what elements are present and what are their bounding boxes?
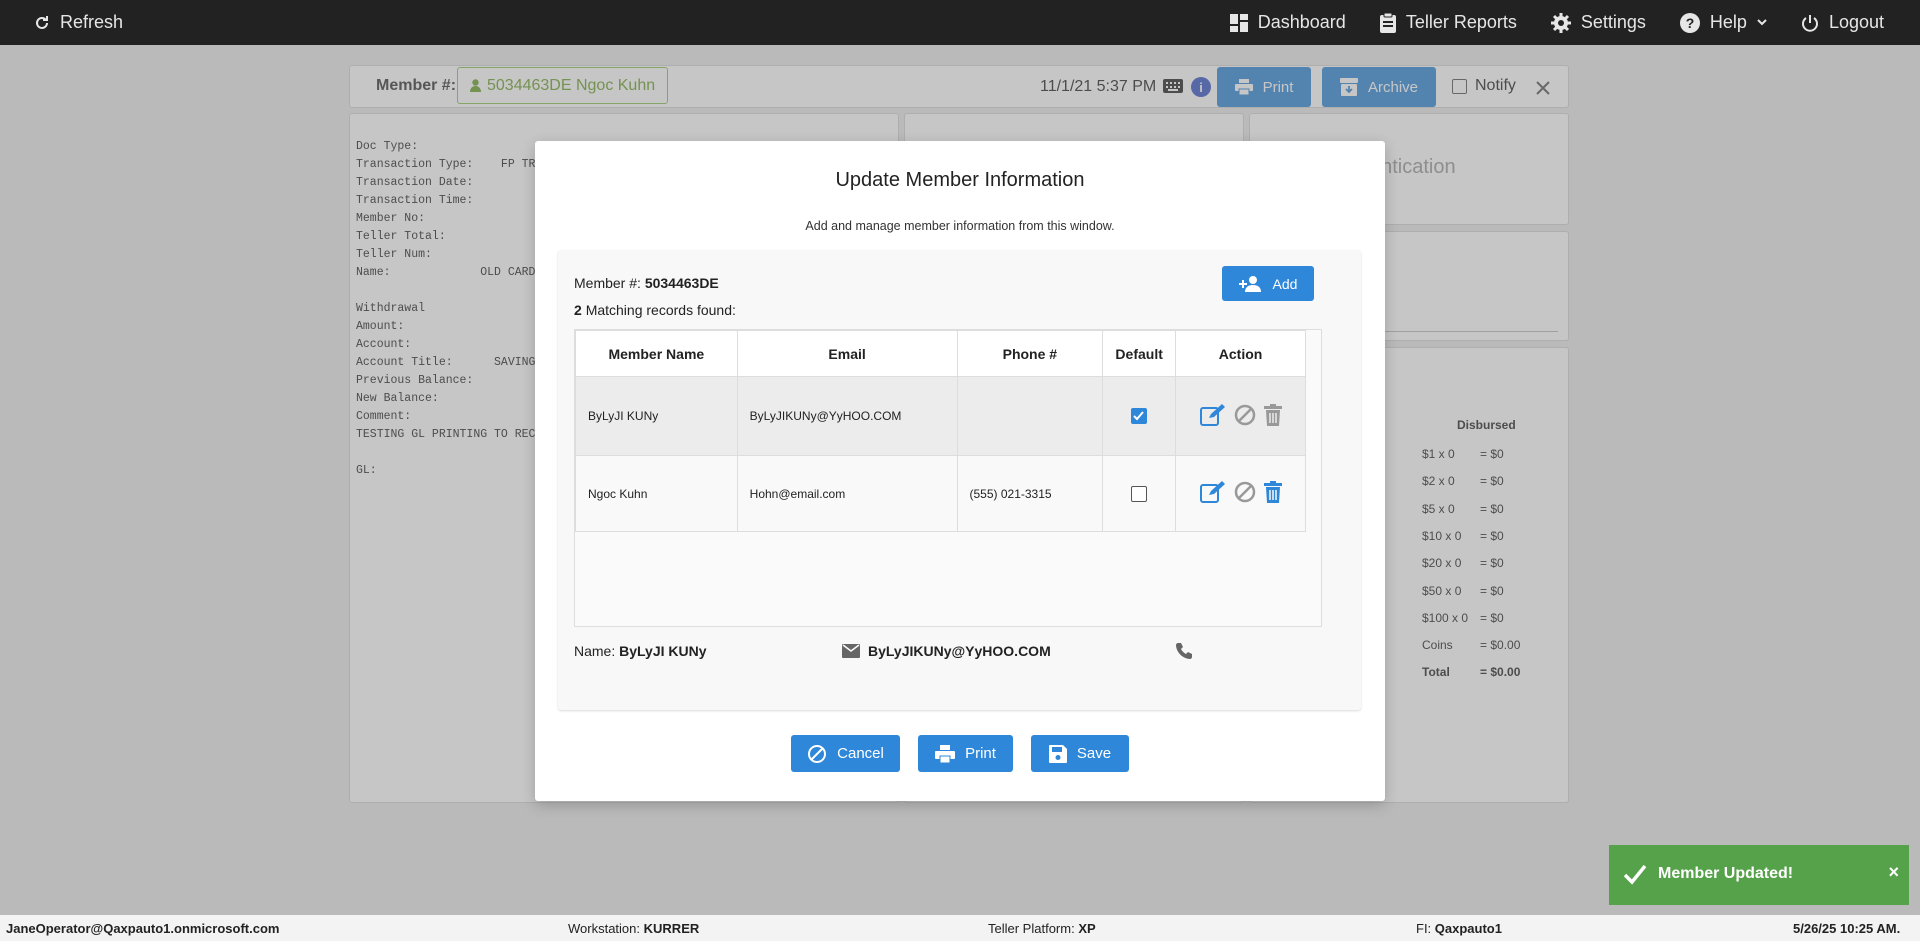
printer-icon [935, 744, 956, 763]
nav-help[interactable]: ? Help [1679, 12, 1767, 33]
chevron-down-icon [1757, 18, 1767, 27]
cell-actions [1175, 455, 1306, 532]
gear-icon [1550, 12, 1571, 33]
cell-default [1102, 376, 1177, 456]
table-row[interactable]: Ngoc Kuhn Hohn@email.com (555) 021-3315 [575, 455, 1306, 532]
modal-title: Update Member Information [835, 169, 1085, 191]
trash-icon[interactable] [1263, 403, 1282, 429]
fi-label: FI: [1416, 921, 1432, 936]
refresh-label: Refresh [60, 12, 124, 32]
member-number-value: 5034463DE [644, 275, 719, 291]
cell-default [1102, 455, 1177, 532]
update-member-modal: Update Member Information Add and manage… [535, 141, 1385, 801]
cell-email: ByLyJIKUNy@YyHOO.COM [736, 376, 958, 456]
phone-icon [1175, 642, 1193, 665]
cell-phone [956, 376, 1104, 456]
selected-email-value: ByLyJIKUNy@YyHOO.COM [868, 643, 1051, 659]
toast-close-button[interactable]: × [1888, 862, 1899, 883]
nav-teller-reports-label: Teller Reports [1405, 12, 1517, 32]
cell-email: Hohn@email.com [736, 455, 958, 532]
nav-logout[interactable]: Logout [1801, 12, 1884, 33]
cell-phone: (555) 021-3315 [956, 455, 1104, 532]
cancel-button[interactable]: Cancel [791, 735, 900, 772]
toast-message: Member Updated! [1658, 865, 1794, 882]
cell-name: ByLyJI KUNy [575, 376, 738, 456]
nav-dashboard-label: Dashboard [1257, 12, 1346, 32]
col-member-name[interactable]: Member Name [575, 330, 738, 377]
modal-print-button[interactable]: Print [918, 735, 1013, 772]
nav-settings[interactable]: Settings [1550, 12, 1646, 33]
nav-dashboard[interactable]: Dashboard [1229, 12, 1346, 33]
status-fi: FI: Qaxpauto1 [1416, 921, 1502, 936]
clipboard-icon [1379, 12, 1396, 33]
default-checkbox-checked[interactable] [1131, 408, 1148, 424]
status-workstation: Workstation: KURRER [568, 921, 699, 936]
modal-print-label: Print [965, 745, 996, 762]
match-text: Matching records found: [585, 302, 736, 318]
selected-name-line: Name: ByLyJI KUNy [574, 643, 707, 659]
status-user: JaneOperator@Qaxpauto1.onmicrosoft.com [6, 921, 280, 936]
status-datetime: 5/26/25 10:25 AM. [1793, 921, 1901, 936]
edit-icon[interactable] [1199, 481, 1226, 506]
cell-name: Ngoc Kuhn [575, 455, 738, 532]
nav-teller-reports[interactable]: Teller Reports [1379, 12, 1517, 33]
table-row[interactable]: ByLyJI KUNy ByLyJIKUNy@YyHOO.COM [575, 376, 1306, 456]
add-label: Add [1272, 275, 1298, 292]
nav-help-label: Help [1709, 12, 1747, 32]
checkmark-icon [1623, 863, 1647, 890]
records-table: Member Name Email Phone # Default Action… [575, 330, 1306, 532]
nav-settings-label: Settings [1580, 12, 1646, 32]
power-icon [1801, 14, 1819, 32]
selected-name-value: ByLyJI KUNy [619, 643, 707, 659]
dashboard-icon [1229, 13, 1248, 32]
member-records-panel: Member #: 5034463DE 2 Matching records f… [558, 250, 1361, 710]
workstation-label: Workstation: [568, 921, 641, 936]
member-number-line: Member #: 5034463DE [574, 275, 719, 291]
platform-value: XP [1078, 921, 1096, 936]
status-platform: Teller Platform: XP [988, 921, 1096, 936]
col-email[interactable]: Email [736, 330, 958, 377]
svg-text:?: ? [1686, 15, 1695, 31]
save-icon [1048, 744, 1067, 763]
top-navigation-bar: Refresh Dashboard Teller Reports Setting… [0, 0, 1920, 45]
save-button[interactable]: Save [1031, 735, 1129, 772]
envelope-icon [842, 644, 860, 658]
default-checkbox-unchecked[interactable] [1131, 485, 1148, 502]
refresh-button[interactable]: Refresh [34, 12, 123, 33]
edit-icon[interactable] [1199, 403, 1226, 429]
cell-actions [1175, 376, 1306, 456]
trash-icon[interactable] [1263, 481, 1282, 506]
disable-icon[interactable] [1234, 404, 1256, 429]
cancel-icon [807, 744, 827, 764]
selected-name-label: Name: [574, 643, 616, 659]
status-bar: JaneOperator@Qaxpauto1.onmicrosoft.com W… [0, 915, 1920, 941]
match-count: 2 [574, 302, 582, 318]
col-phone[interactable]: Phone # [956, 330, 1104, 377]
add-member-button[interactable]: Add [1222, 266, 1314, 301]
nav-logout-label: Logout [1828, 12, 1884, 32]
member-number-label: Member #: [574, 275, 641, 291]
platform-label: Teller Platform: [988, 921, 1075, 936]
records-table-container: Member Name Email Phone # Default Action… [574, 329, 1322, 627]
match-count-line: 2 Matching records found: [574, 302, 736, 318]
question-icon: ? [1679, 12, 1700, 33]
col-default[interactable]: Default [1102, 330, 1177, 377]
disable-icon[interactable] [1234, 481, 1256, 506]
cancel-label: Cancel [837, 745, 884, 762]
selected-email-line: ByLyJIKUNy@YyHOO.COM [842, 643, 1051, 659]
refresh-icon [34, 15, 50, 31]
workstation-value: KURRER [643, 921, 700, 936]
modal-subtitle: Add and manage member information from t… [805, 219, 1115, 233]
add-user-icon [1238, 275, 1263, 292]
table-header: Member Name Email Phone # Default Action [575, 330, 1306, 377]
save-label: Save [1076, 745, 1112, 762]
col-action: Action [1175, 330, 1306, 377]
success-toast: Member Updated! × [1609, 845, 1909, 905]
fi-value: Qaxpauto1 [1434, 921, 1502, 936]
